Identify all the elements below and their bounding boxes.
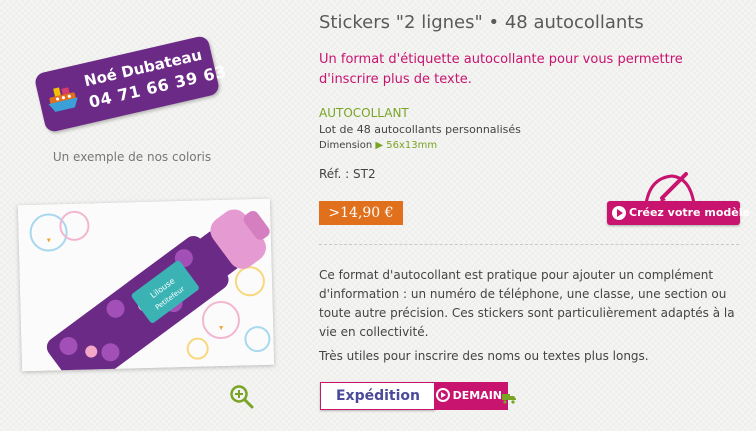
shipping-badge[interactable]: Expédition DEMAIN <box>320 382 516 410</box>
ref-label: Réf. : <box>319 167 350 181</box>
pen-icon <box>644 172 696 204</box>
reference-row: Réf. : ST2 <box>319 167 376 181</box>
product-description: Ce format d'autocollant est pratique pou… <box>319 268 735 339</box>
boat-icon <box>48 87 78 112</box>
zoom-in-icon[interactable] <box>229 384 255 410</box>
product-type-desc: Lot de 48 autocollants personnalisés <box>319 123 521 136</box>
play-circle-icon <box>436 388 450 402</box>
dimension-row: Dimension ▶ 56x13mm <box>319 140 437 151</box>
truck-icon <box>502 394 516 404</box>
sample-label: Noé Dubateau 04 71 66 39 63 <box>33 34 228 134</box>
price-badge: >14,90 € <box>319 201 403 225</box>
product-photo-image: Lilouse Petitefeur <box>17 198 275 372</box>
dimension-value: 56x13mm <box>386 140 438 151</box>
product-intro: Un format d'étiquette autocollante pour … <box>319 52 683 87</box>
product-type: AUTOCOLLANT <box>319 106 409 120</box>
product-photo[interactable]: Lilouse Petitefeur <box>17 198 275 372</box>
arrow-right-icon: ▶ <box>375 140 384 151</box>
product-description-extra: Très utiles pour inscrire des noms ou te… <box>319 349 649 363</box>
create-model-button[interactable]: Créez votre modèle <box>607 201 750 225</box>
colors-caption: Un exemple de nos coloris <box>52 150 212 164</box>
dimension-label: Dimension <box>319 140 373 151</box>
create-model-label: Créez votre modèle <box>629 206 750 219</box>
ref-value: ST2 <box>353 167 376 181</box>
product-title: Stickers "2 lignes" • 48 autocollants <box>319 12 644 33</box>
play-circle-icon <box>612 206 626 220</box>
divider <box>319 244 739 245</box>
shipping-label: Expédition <box>320 382 435 410</box>
